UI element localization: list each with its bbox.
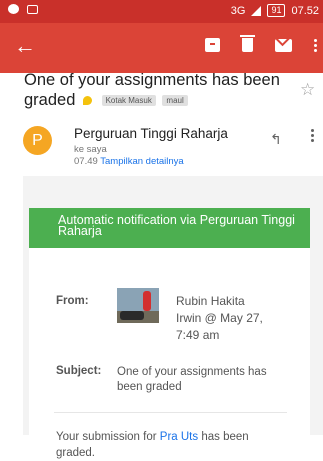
author-photo [117,288,159,323]
chat-notification-icon [8,4,19,14]
email-subject: One of your assignments has been graded … [24,70,294,110]
battery-indicator: 91 [267,4,286,17]
star-icon[interactable]: ☆ [300,80,315,100]
important-marker-icon[interactable] [82,96,92,106]
sender-avatar[interactable]: P [23,126,52,155]
label-inbox[interactable]: Kotak Masuk [101,95,156,107]
network-label: 3G [230,4,246,17]
archive-icon[interactable] [205,38,220,52]
sent-time-value: 07.49 [74,156,98,167]
divider [54,412,287,413]
notification-banner: Automatic notification via Perguruan Tin… [29,208,310,248]
email-body: Automatic notification via Perguruan Tin… [23,176,323,459]
trash-icon[interactable] [240,35,255,52]
signal-icon [251,5,262,16]
message-notification-icon [27,4,38,14]
status-bar: 3G 91 07.52 [0,0,323,23]
recipient-line: ke saya [74,144,107,155]
back-arrow-icon[interactable]: ← [14,33,36,59]
sender-name: Perguruan Tinggi Raharja [74,126,228,141]
from-label: From: [56,295,89,307]
assignment-link[interactable]: Pra Uts [160,431,198,443]
label-maul[interactable]: maul [162,95,188,107]
app-toolbar: ← [0,23,323,73]
subject-value: One of your assignments has been graded [117,366,267,393]
sent-time: 07.49 Tampilkan detailnya [74,156,184,167]
notification-card: Automatic notification via Perguruan Tin… [29,208,310,459]
mark-unread-icon[interactable] [275,38,292,52]
message-more-icon[interactable] [311,129,314,142]
subject-label: Subject: [56,365,102,377]
clock: 07.52 [291,4,319,17]
submission-prefix: Your submission for [56,431,157,443]
from-value: Rubin Hakita Irwin @ May 27, 7:49 am [176,294,263,342]
show-details-link[interactable]: Tampilkan detailnya [100,156,183,167]
reply-icon[interactable]: ↰ [270,131,282,148]
more-vert-icon[interactable] [314,38,317,52]
submission-text: Your submission for Pra Uts has been gra… [56,429,266,461]
